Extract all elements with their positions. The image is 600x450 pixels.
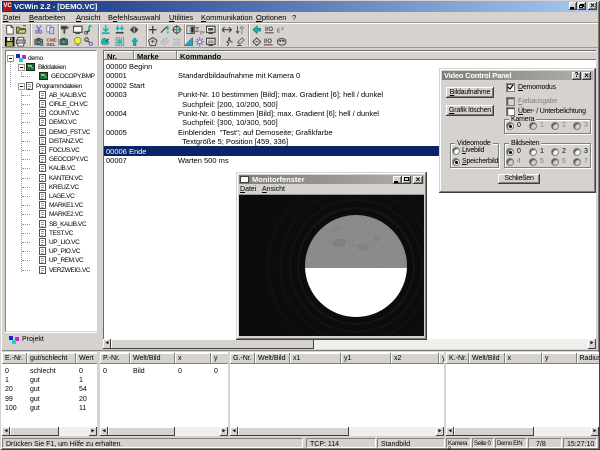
svg-text:ε: ε [277,28,280,35]
svg-text:3: 3 [281,26,284,31]
svg-text:I/O: I/O [264,39,272,45]
svg-text:SEL: SEL [46,42,55,46]
svg-text:I/O: I/O [265,27,273,33]
svg-text:px: px [200,30,205,35]
